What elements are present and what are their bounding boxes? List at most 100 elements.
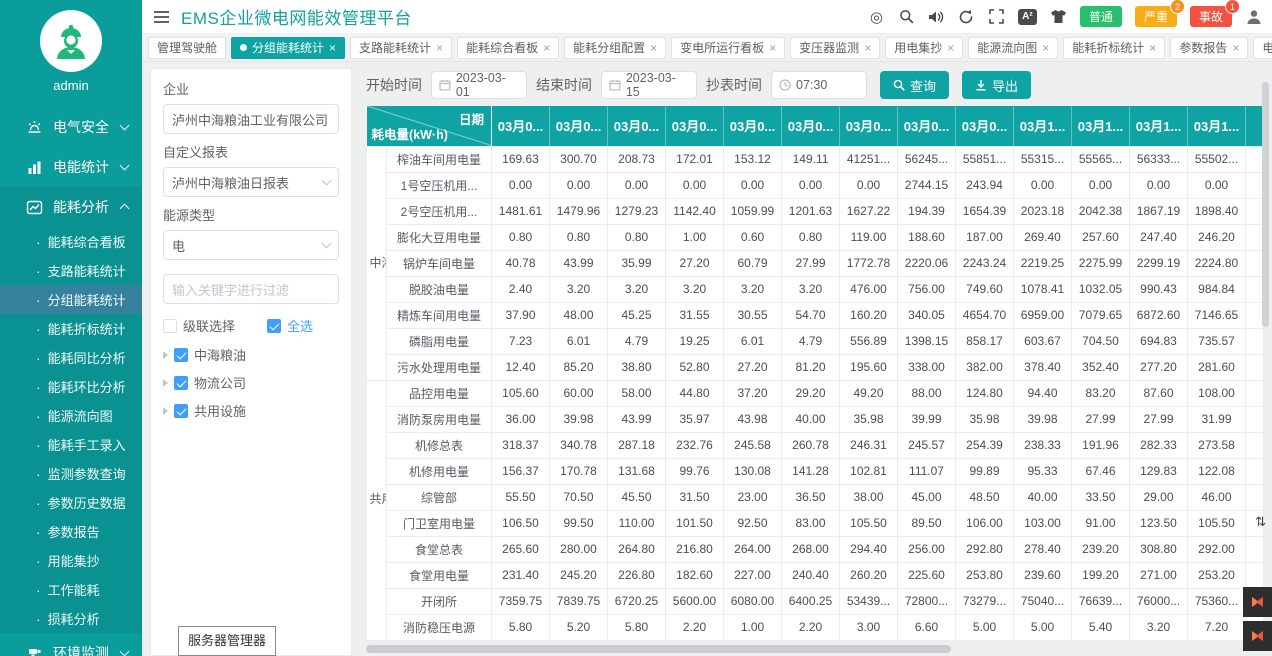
sidebar-subitem-监测参数查询[interactable]: ·监测参数查询 <box>0 459 142 488</box>
tab-分组能耗统计[interactable]: 分组能耗统计× <box>231 37 345 59</box>
tab-close-icon[interactable]: × <box>1042 42 1049 54</box>
value-cell: 169.63 <box>492 146 550 172</box>
tab-能耗分组配置[interactable]: 能耗分组配置× <box>564 37 666 59</box>
tab-能源流向图[interactable]: 能源流向图× <box>968 37 1058 59</box>
resize-handle-icon[interactable]: ⇅ <box>1255 514 1266 530</box>
sidebar-subitem-用能集抄[interactable]: ·用能集抄 <box>0 546 142 575</box>
tab-用电集抄[interactable]: 用电集抄× <box>885 37 963 59</box>
tree-expand-icon[interactable] <box>163 379 168 387</box>
sidebar-subitem-能耗综合看板[interactable]: ·能耗综合看板 <box>0 227 142 256</box>
alarm-level-severe[interactable]: 严重2 <box>1135 6 1177 27</box>
user-icon[interactable] <box>1245 8 1262 25</box>
partial-value-cell <box>1246 328 1264 354</box>
date-column-header[interactable]: 03月1... <box>1072 106 1130 146</box>
date-column-header[interactable]: 03月0... <box>550 106 608 146</box>
alarm-level-normal[interactable]: 普通 <box>1080 6 1122 27</box>
meter-time-input[interactable]: 07:30 <box>771 71 867 99</box>
alarm-level-accident[interactable]: 事故1 <box>1190 6 1232 27</box>
server-manager-window-button[interactable]: 服务器管理器 <box>178 626 276 656</box>
tree-checkbox[interactable] <box>174 376 188 390</box>
tab-能耗折标统计[interactable]: 能耗折标统计× <box>1063 37 1165 59</box>
tab-close-icon[interactable]: × <box>329 42 336 54</box>
select-all-checkbox[interactable] <box>267 319 281 333</box>
energy-type-select[interactable]: 电 <box>163 230 339 260</box>
record-icon[interactable]: ◎ <box>868 8 885 25</box>
tree-node-中海粮油[interactable]: 中海粮油 <box>163 345 339 364</box>
date-column-header[interactable]: 03月0... <box>492 106 550 146</box>
sidebar-subitem-参数历史数据[interactable]: ·参数历史数据 <box>0 488 142 517</box>
refresh-icon[interactable] <box>958 8 975 25</box>
tree-expand-icon[interactable] <box>163 351 168 359</box>
tab-参数报告[interactable]: 参数报告× <box>1170 37 1248 59</box>
sidebar-item-电气安全[interactable]: 电气安全 <box>0 107 142 147</box>
cascade-checkbox[interactable] <box>163 319 177 333</box>
date-column-header[interactable]: 03月0... <box>782 106 840 146</box>
recorder-overlay-icon[interactable] <box>1243 587 1272 617</box>
sidebar-item-能耗分析[interactable]: 能耗分析 <box>0 187 142 227</box>
volume-icon[interactable] <box>928 8 945 25</box>
tree-checkbox[interactable] <box>174 404 188 418</box>
tab-close-icon[interactable]: × <box>1149 42 1156 54</box>
start-date-input[interactable]: 2023-03-01 <box>431 71 527 99</box>
value-cell: 238.33 <box>1014 432 1072 458</box>
select-all-link[interactable]: 全选 <box>267 316 313 335</box>
sidebar-subitem-参数报告[interactable]: ·参数报告 <box>0 517 142 546</box>
sidebar-subitem-能耗同比分析[interactable]: ·能耗同比分析 <box>0 343 142 372</box>
date-column-header[interactable]: 03月0... <box>608 106 666 146</box>
tab-close-icon[interactable]: × <box>864 42 871 54</box>
end-date-input[interactable]: 2023-03-15 <box>601 71 697 99</box>
bullet-dot: · <box>36 582 41 598</box>
value-cell: 269.40 <box>1014 224 1072 250</box>
value-cell: 256.00 <box>898 536 956 562</box>
value-cell: 1627.22 <box>840 198 898 224</box>
tab-支路能耗统计[interactable]: 支路能耗统计× <box>350 37 452 59</box>
tab-电力曲线记录[interactable]: 电力曲线记录× <box>1253 37 1272 59</box>
tab-close-icon[interactable]: × <box>1232 42 1239 54</box>
date-column-header[interactable]: 03月0... <box>724 106 782 146</box>
date-column-header[interactable]: 03月0... <box>898 106 956 146</box>
tab-close-icon[interactable]: × <box>947 42 954 54</box>
tree-expand-icon[interactable] <box>163 407 168 415</box>
date-column-header[interactable]: 03月0... <box>666 106 724 146</box>
sidebar-subitem-分组能耗统计[interactable]: ·分组能耗统计 <box>0 285 142 314</box>
vertical-scrollbar[interactable] <box>1262 82 1269 327</box>
sidebar-item-电能统计[interactable]: 电能统计 <box>0 147 142 187</box>
export-button[interactable]: 导出 <box>962 71 1031 99</box>
date-column-header[interactable]: 03月1... <box>1014 106 1072 146</box>
search-icon[interactable] <box>898 8 915 25</box>
keyword-filter-input[interactable]: 输入关键字进行过滤 <box>163 274 339 304</box>
horizontal-scrollbar[interactable] <box>366 645 951 653</box>
sidebar-subitem-能耗手工录入[interactable]: ·能耗手工录入 <box>0 430 142 459</box>
sidebar-subitem-工作能耗[interactable]: ·工作能耗 <box>0 575 142 604</box>
fullscreen-icon[interactable] <box>988 8 1005 25</box>
value-cell: 54.70 <box>782 302 840 328</box>
tab-close-icon[interactable]: × <box>543 42 550 54</box>
recorder-overlay-icon[interactable] <box>1243 621 1272 651</box>
company-input[interactable]: 泸州中海粮油工业有限公司 <box>163 104 339 134</box>
date-column-header[interactable]: 03月0... <box>956 106 1014 146</box>
tree-node-共用设施[interactable]: 共用设施 <box>163 401 339 420</box>
query-button[interactable]: 查询 <box>880 71 949 99</box>
date-column-header[interactable]: 03月0... <box>840 106 898 146</box>
sidebar-subitem-能耗环比分析[interactable]: ·能耗环比分析 <box>0 372 142 401</box>
tab-变电所运行看板[interactable]: 变电所运行看板× <box>671 37 785 59</box>
date-column-header[interactable]: 03月1... <box>1188 106 1246 146</box>
sidebar-subitem-损耗分析[interactable]: ·损耗分析 <box>0 604 142 633</box>
tab-close-icon[interactable]: × <box>436 42 443 54</box>
tab-close-icon[interactable]: × <box>650 42 657 54</box>
tab-close-icon[interactable]: × <box>769 42 776 54</box>
tab-管理驾驶舱[interactable]: 管理驾驶舱 <box>148 37 226 59</box>
sidebar-item-环境监测[interactable]: 环境监测 <box>0 633 142 656</box>
tab-变压器监测[interactable]: 变压器监测× <box>790 37 880 59</box>
tab-能耗综合看板[interactable]: 能耗综合看板× <box>457 37 559 59</box>
date-column-header[interactable]: 03月1... <box>1130 106 1188 146</box>
tree-node-物流公司[interactable]: 物流公司 <box>163 373 339 392</box>
menu-toggle-icon[interactable] <box>154 11 169 23</box>
theme-icon[interactable] <box>1050 8 1067 25</box>
report-select[interactable]: 泸州中海粮油日报表 <box>163 167 339 197</box>
sidebar-subitem-支路能耗统计[interactable]: ·支路能耗统计 <box>0 256 142 285</box>
translate-icon[interactable]: A² <box>1018 9 1037 25</box>
sidebar-subitem-能耗折标统计[interactable]: ·能耗折标统计 <box>0 314 142 343</box>
sidebar-subitem-能源流向图[interactable]: ·能源流向图 <box>0 401 142 430</box>
tree-checkbox[interactable] <box>174 348 188 362</box>
